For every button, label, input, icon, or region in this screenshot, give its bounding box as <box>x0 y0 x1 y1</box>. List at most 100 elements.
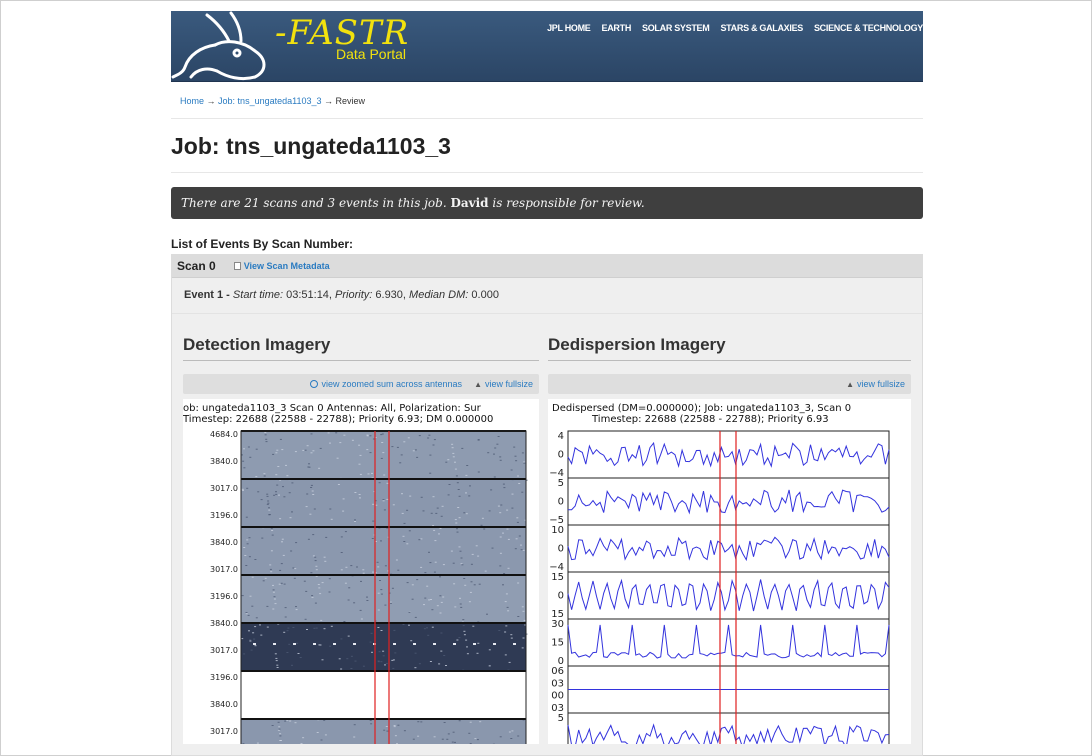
y-tick-label: 3017.0 <box>210 727 238 736</box>
breadcrumb-home[interactable]: Home <box>180 96 204 106</box>
noise-pixel <box>371 472 373 474</box>
nav-solar-system[interactable]: SOLAR SYSTEM <box>642 23 710 33</box>
nav-jpl-home[interactable]: JPL HOME <box>547 23 591 33</box>
noise-pixel <box>259 624 261 626</box>
noise-pixel <box>377 566 380 568</box>
noise-pixel <box>429 472 432 474</box>
noise-pixel <box>431 609 434 611</box>
noise-pixel <box>520 544 522 546</box>
noise-pixel <box>399 462 402 464</box>
noise-pixel <box>282 554 285 556</box>
noise-pixel <box>267 500 270 502</box>
noise-pixel <box>459 597 461 599</box>
noise-pixel <box>384 565 387 567</box>
pulse-dot <box>393 643 396 645</box>
noise-pixel <box>516 517 519 519</box>
detection-fullsize-link[interactable]: ▲ view fullsize <box>474 379 533 389</box>
noise-pixel <box>251 576 254 578</box>
noise-pixel <box>477 439 480 441</box>
pulse-dot <box>293 643 296 645</box>
noise-pixel <box>443 655 446 656</box>
noise-pixel <box>452 731 455 733</box>
noise-pixel <box>351 439 354 441</box>
noise-pixel <box>477 471 480 473</box>
rabbit-logo-icon[interactable] <box>171 11 281 81</box>
top-navigation: JPL HOME EARTH SOLAR SYSTEM STARS & GALA… <box>547 23 923 33</box>
breadcrumb-job[interactable]: Job: tns_ungateda1103_3 <box>218 96 321 106</box>
dedispersion-fullsize-link[interactable]: ▲ view fullsize <box>846 379 905 389</box>
noise-pixel <box>502 483 505 485</box>
noise-pixel <box>243 467 246 469</box>
noise-pixel <box>494 447 497 449</box>
noise-pixel <box>274 603 277 605</box>
view-zoomed-sum-link[interactable]: view zoomed sum across antennas <box>310 379 462 389</box>
noise-pixel <box>324 560 327 562</box>
noise-pixel <box>246 543 249 545</box>
noise-pixel <box>490 489 493 491</box>
noise-pixel <box>346 658 349 660</box>
noise-pixel <box>465 513 468 515</box>
noise-pixel <box>249 595 252 597</box>
noise-pixel <box>380 589 383 591</box>
noise-pixel <box>424 597 427 599</box>
y-tick-label: 0 <box>558 450 564 461</box>
noise-pixel <box>499 456 502 458</box>
noise-pixel <box>435 512 438 514</box>
noise-pixel <box>433 529 436 531</box>
noise-pixel <box>506 509 509 511</box>
y-tick-label: 4684.0 <box>210 430 238 439</box>
noise-pixel <box>447 459 450 461</box>
noise-pixel <box>269 564 272 566</box>
y-tick-label: 3017.0 <box>210 646 238 655</box>
nav-science-technology[interactable]: SCIENCE & TECHNOLOGY <box>814 23 923 33</box>
noise-pixel <box>427 634 430 636</box>
detection-panel <box>241 431 526 479</box>
noise-pixel <box>463 630 466 632</box>
noise-pixel <box>470 563 473 565</box>
noise-pixel <box>279 438 282 440</box>
noise-pixel <box>517 582 520 584</box>
noise-pixel <box>250 649 253 651</box>
noise-pixel <box>340 638 343 640</box>
noise-pixel <box>443 722 446 723</box>
detection-plot: ob: ungateda1103_3 Scan 0 Antennas: All,… <box>183 399 539 744</box>
noise-pixel <box>287 627 290 629</box>
noise-pixel <box>281 449 284 451</box>
noise-pixel <box>441 738 444 740</box>
noise-pixel <box>280 740 282 741</box>
zoom-link-label: view zoomed sum across antennas <box>321 379 463 389</box>
noise-pixel <box>270 550 273 552</box>
noise-pixel <box>386 498 389 500</box>
noise-pixel <box>402 624 405 625</box>
noise-pixel <box>268 507 270 509</box>
noise-pixel <box>458 637 461 639</box>
noise-pixel <box>277 466 280 467</box>
noise-pixel <box>391 587 394 589</box>
noise-pixel <box>432 525 435 527</box>
noise-pixel <box>247 446 250 448</box>
y-tick-label: 00 <box>551 691 564 702</box>
noise-pixel <box>276 667 279 668</box>
noise-pixel <box>483 528 486 530</box>
noise-pixel <box>392 667 395 669</box>
noise-pixel <box>377 627 380 628</box>
scan-header: Scan 0 View Scan Metadata <box>172 255 922 278</box>
noise-pixel <box>283 583 286 585</box>
noise-pixel <box>362 665 365 667</box>
noise-pixel <box>469 721 472 723</box>
noise-pixel <box>294 722 297 724</box>
nav-stars-galaxies[interactable]: STARS & GALAXIES <box>720 23 803 33</box>
noise-pixel <box>461 447 464 449</box>
noise-pixel <box>510 634 513 636</box>
y-tick-label: 15 <box>551 638 564 649</box>
noise-pixel <box>481 517 484 519</box>
detection-panel <box>241 527 526 575</box>
noise-pixel <box>423 628 426 630</box>
noise-pixel <box>428 434 431 436</box>
noise-pixel <box>359 473 362 475</box>
nav-earth[interactable]: EARTH <box>602 23 632 33</box>
noise-pixel <box>329 442 331 444</box>
view-scan-metadata-link[interactable]: View Scan Metadata <box>233 261 330 271</box>
noise-pixel <box>468 732 471 734</box>
noise-pixel <box>343 434 346 436</box>
